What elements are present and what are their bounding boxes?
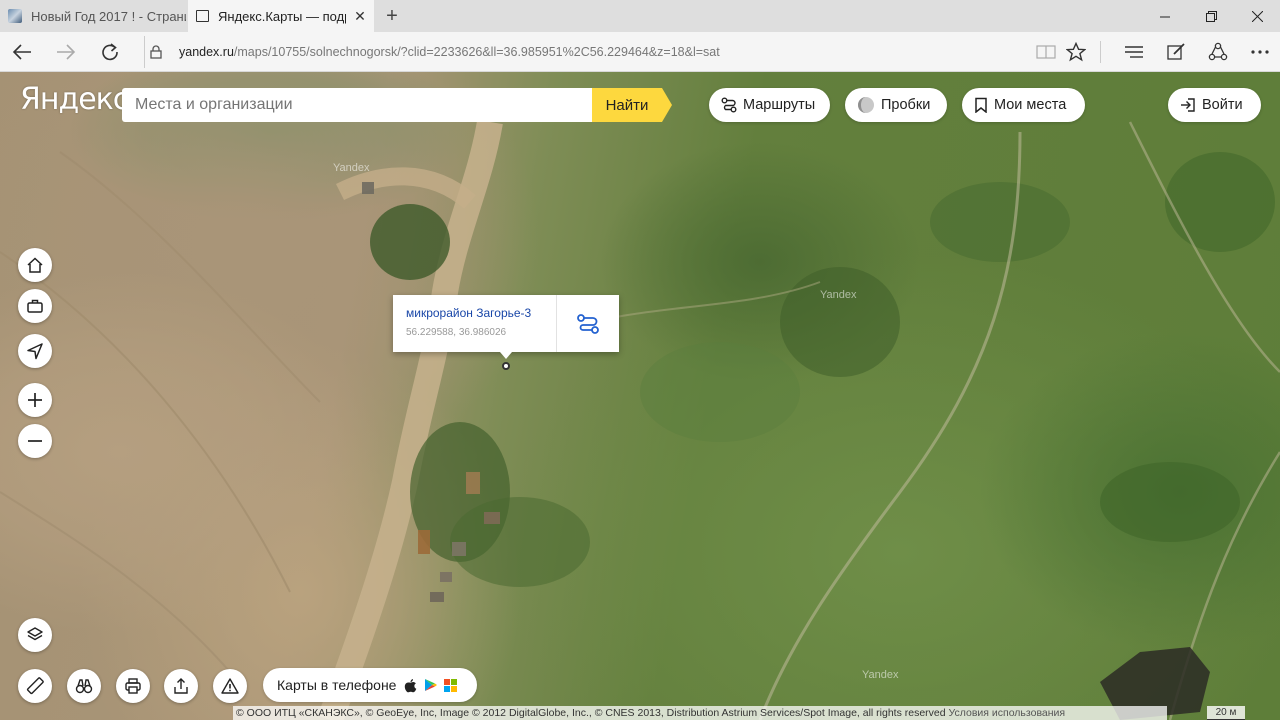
lock-icon bbox=[144, 36, 167, 68]
printer-icon bbox=[125, 678, 141, 694]
warning-icon bbox=[221, 678, 239, 694]
map-watermark: Yandex bbox=[862, 669, 899, 681]
location-arrow-icon bbox=[27, 343, 43, 360]
map-watermark: Yandex bbox=[333, 162, 370, 174]
map-copyright: © ООО ИТЦ «СКАНЭКС», © GeoEye, Inc, Imag… bbox=[233, 706, 1167, 720]
windows-icon[interactable] bbox=[444, 678, 458, 692]
home-button[interactable] bbox=[18, 248, 52, 282]
routes-label: Маршруты bbox=[743, 97, 816, 113]
home-icon bbox=[27, 257, 43, 273]
mobile-apps-label: Карты в телефоне bbox=[277, 677, 397, 693]
share-button[interactable] bbox=[1196, 32, 1240, 72]
tab-title: Яндекс.Карты — подро bbox=[218, 8, 346, 24]
satellite-map[interactable]: Yandex Yandex Yandex Яндекс Найти Маршру… bbox=[0, 72, 1280, 720]
arrow-left-icon bbox=[12, 44, 31, 60]
hub-icon bbox=[1125, 46, 1143, 58]
address-bar[interactable]: yandex.ru/maps/10755/solnechnogorsk/?cli… bbox=[144, 36, 1014, 68]
login-button[interactable]: Войти bbox=[1168, 88, 1261, 122]
work-button[interactable] bbox=[18, 289, 52, 323]
restore-button[interactable] bbox=[1188, 0, 1234, 32]
place-name-link[interactable]: микрорайон Загорье-3 bbox=[406, 306, 531, 320]
apple-icon[interactable] bbox=[404, 678, 417, 693]
toolbar-divider bbox=[1100, 41, 1101, 63]
login-icon bbox=[1180, 97, 1196, 113]
close-icon bbox=[1251, 10, 1263, 22]
layers-button[interactable] bbox=[18, 618, 52, 652]
mobile-apps-promo[interactable]: Карты в телефоне bbox=[263, 668, 477, 702]
place-coordinates: 56.229588, 36.986026 bbox=[406, 327, 507, 338]
binoculars-icon bbox=[75, 679, 93, 694]
search-input[interactable] bbox=[122, 88, 592, 122]
browser-tab-bar: Новый Год 2017 ! - Страни Яндекс.Карты —… bbox=[0, 0, 1280, 32]
new-tab-button[interactable]: + bbox=[378, 0, 406, 32]
more-icon bbox=[1251, 50, 1269, 54]
place-popup: микрорайон Загорье-3 56.229588, 36.98602… bbox=[393, 295, 619, 359]
refresh-icon bbox=[102, 43, 118, 61]
my-places-label: Мои места bbox=[994, 97, 1067, 113]
web-note-button[interactable] bbox=[1154, 32, 1198, 72]
pen-icon bbox=[1167, 43, 1185, 60]
panorama-button[interactable] bbox=[67, 669, 101, 703]
minimize-icon bbox=[1159, 16, 1170, 17]
back-button[interactable] bbox=[0, 32, 44, 72]
briefcase-icon bbox=[27, 299, 43, 313]
route-icon bbox=[721, 97, 737, 113]
search-button[interactable]: Найти bbox=[592, 88, 672, 122]
favorite-button[interactable] bbox=[1054, 32, 1098, 72]
terms-link[interactable]: Условия использования bbox=[949, 707, 1066, 719]
upload-icon bbox=[174, 678, 188, 694]
ruler-button[interactable] bbox=[18, 669, 52, 703]
zoom-in-button[interactable] bbox=[18, 383, 52, 417]
report-error-button[interactable] bbox=[213, 669, 247, 703]
route-icon bbox=[577, 313, 599, 334]
traffic-button[interactable]: Пробки bbox=[845, 88, 947, 122]
routes-button[interactable]: Маршруты bbox=[709, 88, 830, 122]
restore-icon bbox=[1205, 10, 1217, 22]
tab-new-year[interactable]: Новый Год 2017 ! - Страни bbox=[0, 0, 186, 32]
close-window-button[interactable] bbox=[1234, 0, 1280, 32]
locate-me-button[interactable] bbox=[18, 334, 52, 368]
book-icon bbox=[1036, 45, 1056, 59]
more-button[interactable] bbox=[1238, 32, 1280, 72]
arrow-right-icon bbox=[57, 44, 76, 60]
traffic-label: Пробки bbox=[881, 97, 931, 113]
layers-icon bbox=[27, 627, 43, 641]
tab-title: Новый Год 2017 ! - Страни bbox=[31, 8, 186, 24]
map-watermark: Yandex bbox=[820, 289, 857, 301]
minus-icon bbox=[28, 440, 42, 442]
share-icon bbox=[1208, 42, 1228, 61]
url-text: yandex.ru/maps/10755/solnechnogorsk/?cli… bbox=[179, 45, 720, 59]
page-icon bbox=[196, 10, 209, 22]
site-favicon-icon bbox=[8, 9, 22, 23]
map-scale: 20 м bbox=[1207, 706, 1245, 720]
ruler-icon bbox=[26, 677, 44, 695]
place-marker[interactable] bbox=[502, 362, 510, 370]
route-to-place-button[interactable] bbox=[557, 295, 619, 352]
hub-button[interactable] bbox=[1112, 32, 1156, 72]
minimize-button[interactable] bbox=[1142, 0, 1188, 32]
yandex-logo[interactable]: Яндекс bbox=[20, 82, 129, 117]
login-label: Войти bbox=[1202, 97, 1243, 113]
traffic-icon bbox=[857, 96, 875, 114]
tab-yandex-maps[interactable]: Яндекс.Карты — подро ✕ bbox=[188, 0, 374, 32]
forward-button[interactable] bbox=[44, 32, 88, 72]
print-button[interactable] bbox=[116, 669, 150, 703]
browser-nav-bar: yandex.ru/maps/10755/solnechnogorsk/?cli… bbox=[0, 32, 1280, 72]
plus-icon bbox=[28, 393, 42, 407]
share-map-button[interactable] bbox=[164, 669, 198, 703]
close-tab-icon[interactable]: ✕ bbox=[346, 8, 374, 25]
bookmark-icon bbox=[974, 97, 988, 113]
my-places-button[interactable]: Мои места bbox=[962, 88, 1085, 122]
star-icon bbox=[1066, 42, 1086, 62]
zoom-out-button[interactable] bbox=[18, 424, 52, 458]
map-terrain bbox=[0, 119, 1280, 720]
refresh-button[interactable] bbox=[88, 32, 132, 72]
google-play-icon[interactable] bbox=[424, 678, 438, 692]
